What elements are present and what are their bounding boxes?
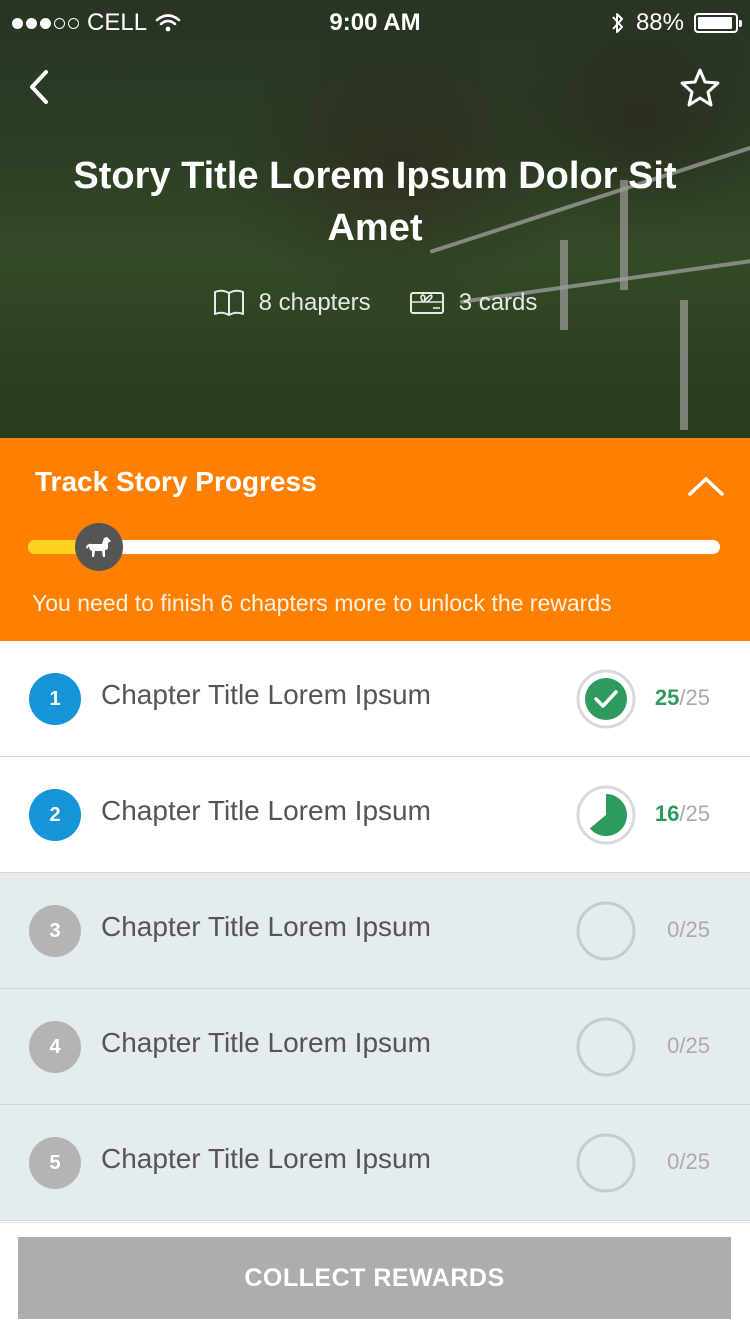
chevron-up-icon [688,477,724,496]
chapter-number-badge: 1 [29,673,81,725]
chapter-number-badge: 5 [29,1137,81,1189]
chapter-score: 0/25 [667,917,710,943]
story-meta: 8 chapters 3 cards [0,288,750,318]
score-total: /25 [679,685,710,710]
chapter-row[interactable]: 2 Chapter Title Lorem Ipsum 16/25 [0,757,750,873]
horse-icon [86,537,111,557]
story-hero: CELL 9:00 AM 88% Story Title Lorem Ipsum… [0,0,750,438]
progress-pie-icon [576,785,636,845]
score-total: /25 [679,1033,710,1058]
chapter-number-badge: 3 [29,905,81,957]
chapter-score: 16/25 [655,801,710,827]
battery-icon [694,13,742,33]
bluetooth-icon [612,13,623,33]
chapters-count: 8 chapters [213,288,371,318]
chapter-title: Chapter Title Lorem Ipsum [101,911,431,942]
chapter-number-badge: 4 [29,1021,81,1073]
collapse-button[interactable] [686,472,726,502]
book-icon [213,289,244,316]
battery-percent: 88% [635,9,684,36]
chapter-number-badge: 2 [29,789,81,841]
chapter-row[interactable]: 5 Chapter Title Lorem Ipsum 0/25 [0,1105,750,1221]
score-total: /25 [679,917,710,942]
chapter-title: Chapter Title Lorem Ipsum [101,1027,431,1058]
chapter-title: Chapter Title Lorem Ipsum [101,679,431,710]
star-outline-icon [680,68,720,107]
check-circle-icon [576,669,636,729]
chapter-score: 25/25 [655,685,710,711]
score-completed: 25 [654,685,680,710]
footer: COLLECT REWARDS [0,1222,750,1334]
score-completed: 16 [654,801,680,826]
empty-circle-icon [576,1133,636,1193]
chapter-row[interactable]: 1 Chapter Title Lorem Ipsum 25/25 [0,641,750,757]
gift-card-icon [409,292,444,314]
collect-rewards-button[interactable]: COLLECT REWARDS [18,1237,731,1319]
back-button[interactable] [22,64,62,110]
chapter-score: 0/25 [667,1149,710,1175]
score-completed: 0 [667,1149,680,1174]
empty-circle-icon [576,901,636,961]
cards-count: 3 cards [409,288,538,318]
progress-panel: Track Story Progress You need to finish … [0,438,750,641]
empty-circle-icon [576,1017,636,1077]
favorite-button[interactable] [678,66,722,110]
chevron-left-icon [30,70,48,104]
status-bar: CELL 9:00 AM 88% [0,0,750,44]
chapter-title: Chapter Title Lorem Ipsum [101,1143,431,1174]
score-completed: 0 [667,917,680,942]
progress-message: You need to finish 6 chapters more to un… [32,590,612,616]
progress-title: Track Story Progress [35,466,317,497]
score-completed: 0 [667,1033,680,1058]
score-total: /25 [679,801,710,826]
progress-track [28,540,720,554]
chapter-title: Chapter Title Lorem Ipsum [101,795,431,826]
chapter-row[interactable]: 4 Chapter Title Lorem Ipsum 0/25 [0,989,750,1105]
cards-label: 3 cards [458,289,538,316]
chapters-label: 8 chapters [258,289,371,316]
chapter-score: 0/25 [667,1033,710,1059]
chapter-list: 1 Chapter Title Lorem Ipsum 25/25 2 Chapter … [0,641,750,1221]
story-title: Story Title Lorem Ipsum Dolor Sit Amet [73,155,677,249]
score-total: /25 [679,1149,710,1174]
chapter-row[interactable]: 3 Chapter Title Lorem Ipsum 0/25 [0,873,750,989]
status-right: 88% [610,9,742,37]
progress-knob[interactable] [75,523,123,571]
